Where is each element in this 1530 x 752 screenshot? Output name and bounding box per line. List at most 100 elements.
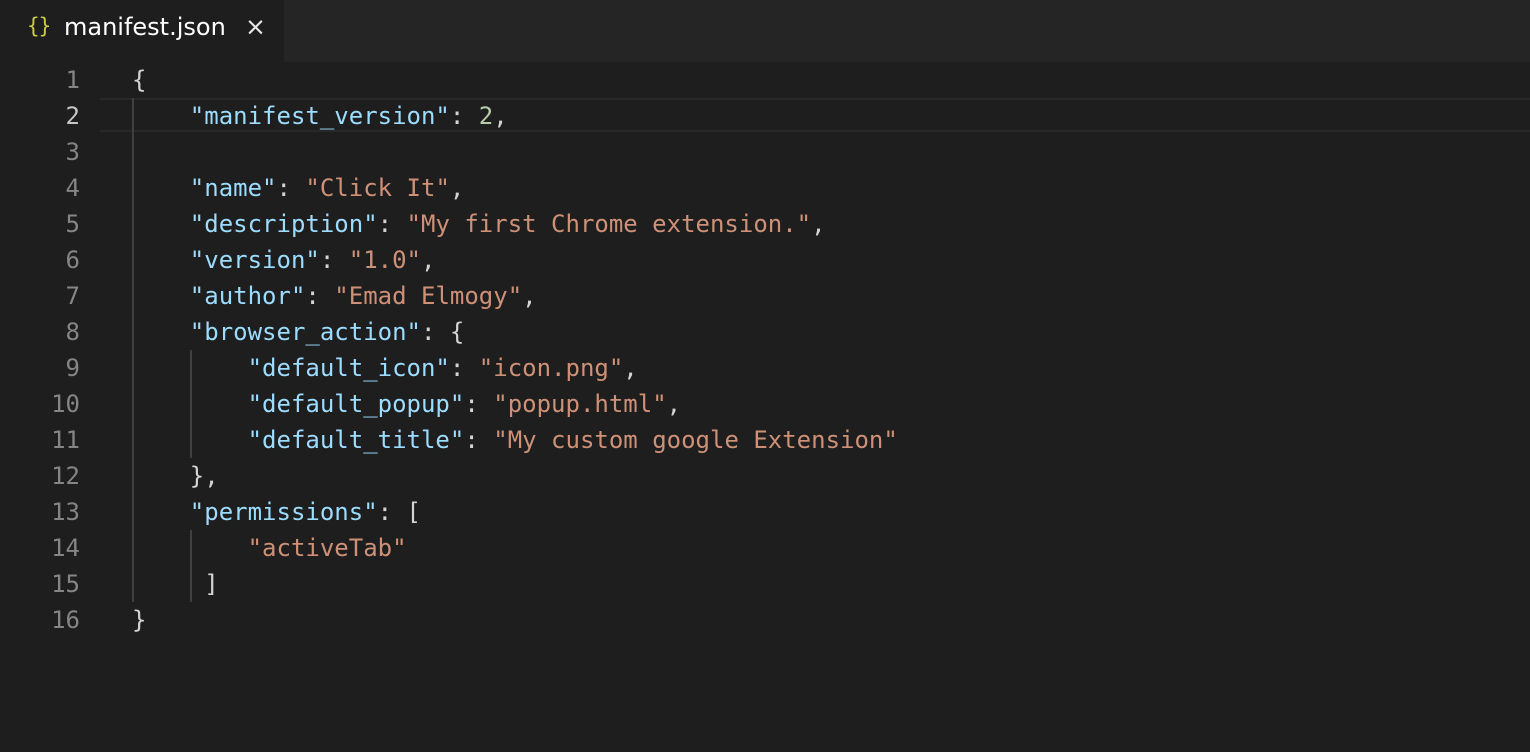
json-punctuation: :: [305, 282, 335, 310]
json-punctuation: ,: [811, 210, 826, 238]
line-number: 3: [65, 138, 80, 166]
code-line[interactable]: 8 "browser_action": {: [0, 314, 1530, 350]
code-text: }: [132, 602, 146, 638]
line-number: 12: [51, 462, 80, 490]
json-punctuation: :: [449, 354, 479, 382]
code-text: },: [132, 458, 219, 494]
json-file-icon: {}: [27, 14, 51, 38]
json-string: "popup.html": [493, 390, 667, 418]
json-punctuation: ,: [623, 354, 638, 382]
json-key: "default_popup": [247, 390, 465, 418]
json-punctuation: :: [464, 426, 494, 454]
code-line[interactable]: 14 "activeTab": [0, 530, 1530, 566]
json-punctuation: :: [464, 390, 494, 418]
json-string: "Click It": [305, 174, 450, 202]
code-line[interactable]: 9 "default_icon": "icon.png",: [0, 350, 1530, 386]
code-text: "browser_action": {: [132, 314, 465, 350]
json-key: "permissions": [189, 498, 378, 526]
line-number: 6: [65, 246, 80, 274]
code-line[interactable]: 2 "manifest_version": 2,: [0, 98, 1530, 134]
line-number: 11: [51, 426, 80, 454]
close-icon[interactable]: ×: [245, 12, 266, 41]
code-text: "activeTab": [132, 530, 407, 566]
line-number: 9: [65, 354, 80, 382]
json-key: "default_icon": [247, 354, 450, 382]
json-punctuation: }: [132, 606, 147, 634]
json-number: 2: [478, 102, 494, 130]
line-number: 8: [65, 318, 80, 346]
code-editor[interactable]: 1{2 "manifest_version": 2, 3 4 "name": "Cl…: [0, 62, 1530, 752]
code-line[interactable]: 15 ]: [0, 566, 1530, 602]
line-number: 4: [65, 174, 80, 202]
json-key: "name": [189, 174, 277, 202]
code-line[interactable]: 13 "permissions": [: [0, 494, 1530, 530]
code-line[interactable]: 16}: [0, 602, 1530, 638]
line-number: 5: [65, 210, 80, 238]
json-punctuation: ,: [449, 174, 465, 202]
json-punctuation: ,: [421, 246, 436, 274]
line-number: 2: [65, 102, 80, 130]
code-text: "description": "My first Chrome extensio…: [132, 206, 826, 242]
json-string: "My custom google Extension": [493, 426, 898, 454]
json-punctuation: },: [189, 462, 219, 490]
json-punctuation: :: [449, 102, 479, 130]
code-line[interactable]: 4 "name": "Click It",: [0, 170, 1530, 206]
code-text: "permissions": [: [132, 494, 421, 530]
editor-tab-bar: {} manifest.json ×: [0, 0, 1530, 62]
json-punctuation: :: [377, 210, 407, 238]
json-punctuation: ]: [204, 570, 219, 598]
code-line[interactable]: 5 "description": "My first Chrome extens…: [0, 206, 1530, 242]
code-line[interactable]: 6 "version": "1.0",: [0, 242, 1530, 278]
code-text: "name": "Click It",: [132, 170, 465, 206]
json-string: "My first Chrome extension.": [406, 210, 812, 238]
json-punctuation: {: [132, 66, 147, 94]
line-number: 1: [65, 66, 80, 94]
json-key: "author": [189, 282, 306, 310]
line-number: 15: [51, 570, 80, 598]
json-key: "browser_action": [189, 318, 421, 346]
code-line[interactable]: 12 },: [0, 458, 1530, 494]
code-line[interactable]: 7 "author": "Emad Elmogy",: [0, 278, 1530, 314]
json-punctuation: ,: [666, 390, 682, 418]
code-text: "manifest_version": 2,: [132, 98, 508, 134]
code-text: ]: [132, 566, 219, 602]
code-line[interactable]: 1{: [0, 62, 1530, 98]
line-number: 13: [51, 498, 80, 526]
line-number: 7: [65, 282, 80, 310]
code-text: "author": "Emad Elmogy",: [132, 278, 537, 314]
code-text: "version": "1.0",: [132, 242, 436, 278]
json-key: "description": [189, 210, 378, 238]
json-key: "version": [189, 246, 320, 274]
line-number: 14: [51, 534, 80, 562]
json-string: "Emad Elmogy": [334, 282, 523, 310]
line-number: 10: [51, 390, 80, 418]
json-punctuation: : [: [377, 498, 421, 526]
code-text: "default_icon": "icon.png",: [132, 350, 638, 386]
json-string: "1.0": [348, 246, 421, 274]
code-line[interactable]: 3: [0, 134, 1530, 170]
json-punctuation: ,: [522, 282, 537, 310]
line-number: 16: [51, 606, 80, 634]
tab-manifest-json[interactable]: {} manifest.json ×: [0, 0, 284, 62]
json-string: "icon.png": [478, 354, 624, 382]
json-punctuation: :: [319, 246, 349, 274]
code-line[interactable]: 10 "default_popup": "popup.html",: [0, 386, 1530, 422]
tab-title[interactable]: manifest.json: [64, 13, 226, 41]
code-line[interactable]: 11 "default_title": "My custom google Ex…: [0, 422, 1530, 458]
json-punctuation: :: [276, 174, 306, 202]
json-key: "manifest_version": [189, 102, 450, 130]
json-string: "activeTab": [247, 534, 407, 562]
json-punctuation: : {: [420, 318, 465, 346]
code-text: "default_popup": "popup.html",: [132, 386, 682, 422]
